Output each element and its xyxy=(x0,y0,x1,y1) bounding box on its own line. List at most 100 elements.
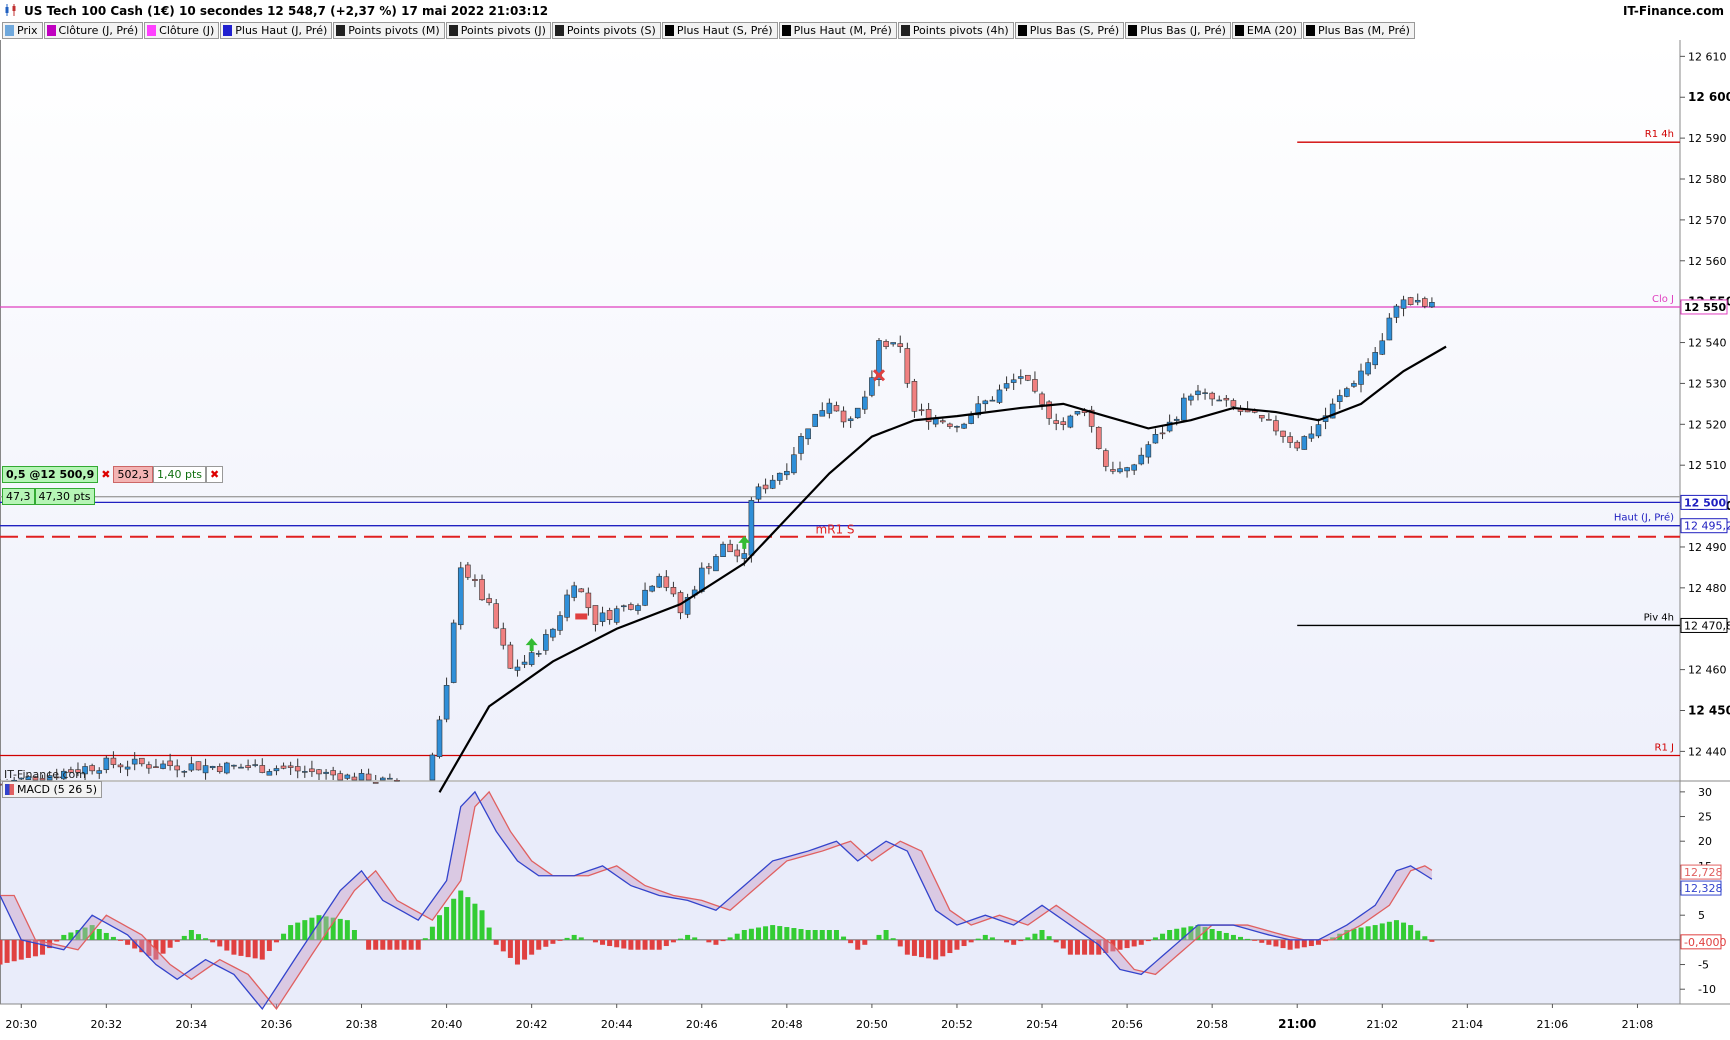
candle-body xyxy=(620,605,627,608)
macd-histogram-bar xyxy=(1074,939,1080,955)
candle-body xyxy=(734,549,741,557)
price-tick-label: 12 560 xyxy=(1688,255,1727,268)
macd-histogram-bar xyxy=(1131,939,1137,947)
macd-histogram-bar xyxy=(259,939,265,960)
macd-histogram-bar xyxy=(486,927,492,940)
candle-body xyxy=(1159,432,1166,435)
macd-histogram-bar xyxy=(833,930,839,940)
order-ticket[interactable]: 0,5 @12 500,9 ✖ 502,3 1,40 pts ✖ xyxy=(2,466,224,483)
macd-histogram-bar xyxy=(188,930,194,940)
candle-body xyxy=(585,592,592,609)
macd-value-tag-text: 12,728 xyxy=(1684,866,1723,879)
candle-body xyxy=(635,605,641,611)
candle-body xyxy=(1287,436,1293,443)
level-axis-tag-text: 12 470,8 xyxy=(1684,619,1730,632)
candle-body xyxy=(883,341,889,347)
time-tick-label: 20:38 xyxy=(346,1018,378,1031)
time-tick-label: 21:00 xyxy=(1278,1017,1316,1031)
macd-histogram-bar xyxy=(975,938,981,940)
candle-body xyxy=(1216,399,1223,402)
candle-body xyxy=(1039,393,1045,405)
macd-histogram-bar xyxy=(1160,933,1166,940)
candle-body xyxy=(812,413,818,427)
candle-body xyxy=(996,389,1003,403)
macd-histogram-bar xyxy=(841,936,847,940)
macd-tick-label: 25 xyxy=(1698,811,1712,824)
macd-histogram-bar xyxy=(181,935,187,940)
macd-legend[interactable]: MACD (5 26 5) xyxy=(2,781,103,798)
macd-histogram-bar xyxy=(96,929,102,940)
cancel-order-icon[interactable]: ✖ xyxy=(205,466,224,483)
macd-histogram-bar xyxy=(876,934,882,940)
candle-body xyxy=(982,400,989,405)
macd-histogram-bar xyxy=(1138,939,1144,945)
macd-histogram-bar xyxy=(947,939,953,954)
candle-body xyxy=(146,764,152,769)
candle-body xyxy=(578,588,585,593)
candle-body xyxy=(96,770,103,774)
macd-histogram-bar xyxy=(1124,939,1130,949)
candle-body xyxy=(1266,418,1272,421)
candle-body xyxy=(670,587,677,595)
candle-body xyxy=(245,765,251,768)
macd-histogram-bar xyxy=(1004,939,1010,943)
macd-histogram-bar xyxy=(444,906,450,940)
macd-histogram-bar xyxy=(465,897,471,940)
price-tick-label: 12 450 xyxy=(1688,703,1730,717)
time-tick-label: 20:44 xyxy=(601,1018,633,1031)
candle-body xyxy=(769,479,776,489)
candle-body xyxy=(741,553,748,559)
candle-body xyxy=(606,610,613,620)
candle-body xyxy=(323,771,329,774)
candle-body xyxy=(805,428,811,440)
macd-histogram-bar xyxy=(727,937,733,940)
macd-histogram-bar xyxy=(522,939,528,960)
candle-body xyxy=(550,628,556,638)
candle-body xyxy=(727,543,733,553)
candle-body xyxy=(195,761,202,771)
position-qty-price[interactable]: 0,5 @12 500,9 xyxy=(2,466,99,483)
candle-body xyxy=(209,765,216,769)
macd-histogram-bar xyxy=(607,939,613,947)
candle-body xyxy=(1060,421,1067,425)
price-tick-label: 12 460 xyxy=(1688,664,1727,677)
candle-body xyxy=(642,589,648,606)
macd-histogram-bar xyxy=(281,933,287,940)
macd-histogram-bar xyxy=(103,932,109,940)
macd-pane-background xyxy=(0,782,1680,1004)
macd-histogram-bar xyxy=(692,937,698,940)
macd-histogram-bar xyxy=(1259,939,1265,943)
time-tick-label: 20:42 xyxy=(516,1018,548,1031)
macd-histogram-bar xyxy=(826,930,832,940)
candle-body xyxy=(131,758,138,765)
macd-tick-label: 5 xyxy=(1698,909,1705,922)
level-axis-tag-text: 12 500 xyxy=(1684,496,1726,509)
macd-histogram-bar xyxy=(621,939,627,949)
chart-canvas[interactable]: 12 610 12 600 12 590 12 580 12 570 12 560 12 5… xyxy=(0,0,1730,1040)
macd-histogram-bar xyxy=(1315,939,1321,945)
candle-body xyxy=(656,575,663,588)
candle-body xyxy=(500,628,507,646)
macd-histogram-bar xyxy=(543,939,549,947)
macd-histogram-bar xyxy=(1422,936,1428,940)
macd-tick-label: 30 xyxy=(1698,786,1712,799)
macd-tick-label: 20 xyxy=(1698,835,1712,848)
stop-price-tag[interactable]: 502,3 xyxy=(113,466,153,483)
price-tick-label: 12 530 xyxy=(1688,377,1727,390)
price-tick-label: 12 520 xyxy=(1688,418,1727,431)
macd-histogram-bar xyxy=(578,937,584,940)
candle-body xyxy=(372,782,379,784)
time-tick-label: 20:48 xyxy=(771,1018,803,1031)
macd-histogram-bar xyxy=(373,939,379,950)
macd-histogram-bar xyxy=(798,929,804,940)
close-position-icon[interactable]: ✖ xyxy=(101,468,110,481)
candle-body xyxy=(890,342,896,345)
macd-histogram-bar xyxy=(500,939,506,952)
macd-histogram-bar xyxy=(1408,925,1414,940)
candle-body xyxy=(528,652,535,665)
macd-histogram-bar xyxy=(1025,937,1031,940)
candle-body xyxy=(1386,317,1393,341)
macd-histogram-bar xyxy=(1032,933,1038,940)
price-tick-label: 12 490 xyxy=(1688,541,1727,554)
candle-body xyxy=(1053,420,1060,424)
